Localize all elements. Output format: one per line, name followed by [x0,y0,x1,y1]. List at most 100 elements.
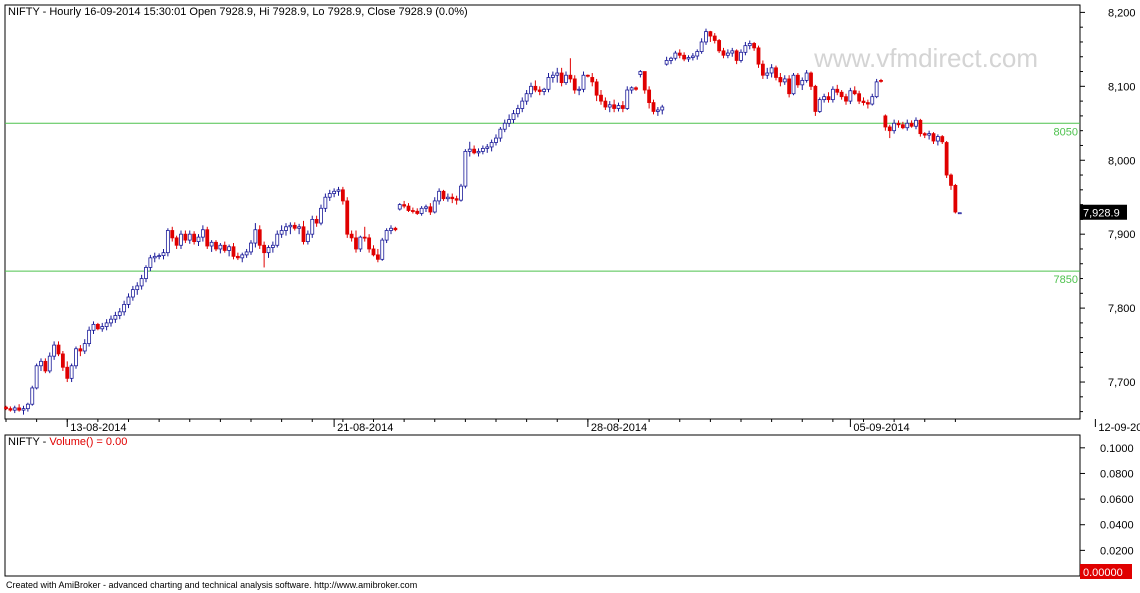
candle-body [625,89,630,109]
x-tick-label: 12-09-2014 [1098,422,1140,434]
candle-body [734,50,739,61]
candle-body [852,90,857,95]
candle-body [813,85,818,112]
candle-body [39,360,43,367]
last-price-label: 7,928.9 [1083,208,1120,220]
candle-body [690,55,695,58]
candle-body [887,126,892,132]
candle-body [795,74,800,86]
candle-body [520,100,525,109]
candle-body [476,150,481,154]
volume-y-tick-label: 0.0200 [1100,545,1134,557]
candle-body [130,289,135,298]
candle-body [240,254,245,259]
volume-y-tick-label: 0.0400 [1100,520,1134,532]
candle-body [126,296,131,305]
candle-body [708,31,713,37]
volume-panel-frame [4,434,1081,577]
candle-body [227,246,232,251]
candle-body [179,233,183,246]
candle-body [550,74,555,78]
candle-body [43,360,48,372]
x-tick-label: 13-08-2014 [70,422,126,434]
candle-body [686,57,691,60]
candle-body [677,52,682,56]
candle-body [257,229,262,246]
candle-body [292,224,297,229]
candle-body [861,100,866,103]
candle-body [594,81,599,96]
candle-body [432,200,437,213]
candle-body [200,229,205,238]
candle-body [695,51,700,57]
candle-body [927,133,932,136]
candle-body [384,230,389,241]
candle-body [494,137,498,143]
x-tick-label: 05-09-2014 [853,422,909,434]
candle-body [909,122,914,127]
candle-body [914,119,918,127]
hline-label-8050: 8050 [1054,126,1078,138]
candle-body [892,122,897,132]
candle-body [60,353,65,368]
y-tick-label: 7,700 [1108,377,1136,389]
candle-body [787,78,792,95]
candle-body [109,318,113,324]
candle-body [275,233,280,246]
candle-body [389,227,393,231]
candle-body [231,246,236,257]
candle-body [454,198,459,201]
candle-body [21,408,26,411]
volume-y-tick-label: 0.1000 [1100,443,1134,455]
candle [944,141,949,178]
price-chart-title: NIFTY - Hourly 16-09-2014 15:30:01 Open … [8,6,468,18]
candle-body [524,93,529,102]
candle-body [397,204,402,210]
candle-body [765,72,770,76]
candle [874,78,879,99]
candle-body [804,72,809,81]
candle-body [467,148,472,152]
candle-body [546,77,551,90]
candle [625,86,630,110]
candle-body [424,206,428,209]
candle-body [651,102,656,112]
candle-body [152,255,157,259]
y-tick-label: 7,900 [1108,229,1136,241]
candle-body [157,255,162,258]
candle-body [599,94,603,102]
volume-y-tick-label: 0.0800 [1100,468,1134,480]
candle-body [266,247,271,254]
candle-body [323,196,328,209]
candle-body [822,96,827,101]
candle-body [743,45,748,53]
candle-body [437,190,442,202]
candle-body [857,93,862,102]
candle-body [450,196,455,200]
candle-body [747,43,752,47]
candle [642,71,647,94]
candle-body [848,90,853,102]
volume-title-prefix: NIFTY - [8,436,49,448]
candle-body [489,142,494,148]
candle-body [498,128,503,139]
candle [813,84,818,116]
candle-body [354,237,358,250]
candle-body [717,40,722,52]
candle-body [214,241,218,250]
y-tick-label: 8,200 [1108,7,1136,19]
watermark: www.vfmdirect.com [813,43,1038,73]
candle-body [4,406,8,410]
candle-body [511,113,516,120]
candle-body [209,241,214,247]
candle-body [410,210,415,212]
candle-body [480,148,485,152]
candle-body [310,218,315,235]
candle-body [393,227,398,231]
candle-body [607,104,612,108]
candle-body [791,74,796,95]
candle-body [336,189,341,192]
candle-body [25,403,30,410]
candle-body [778,77,783,83]
candle-body [270,244,275,248]
